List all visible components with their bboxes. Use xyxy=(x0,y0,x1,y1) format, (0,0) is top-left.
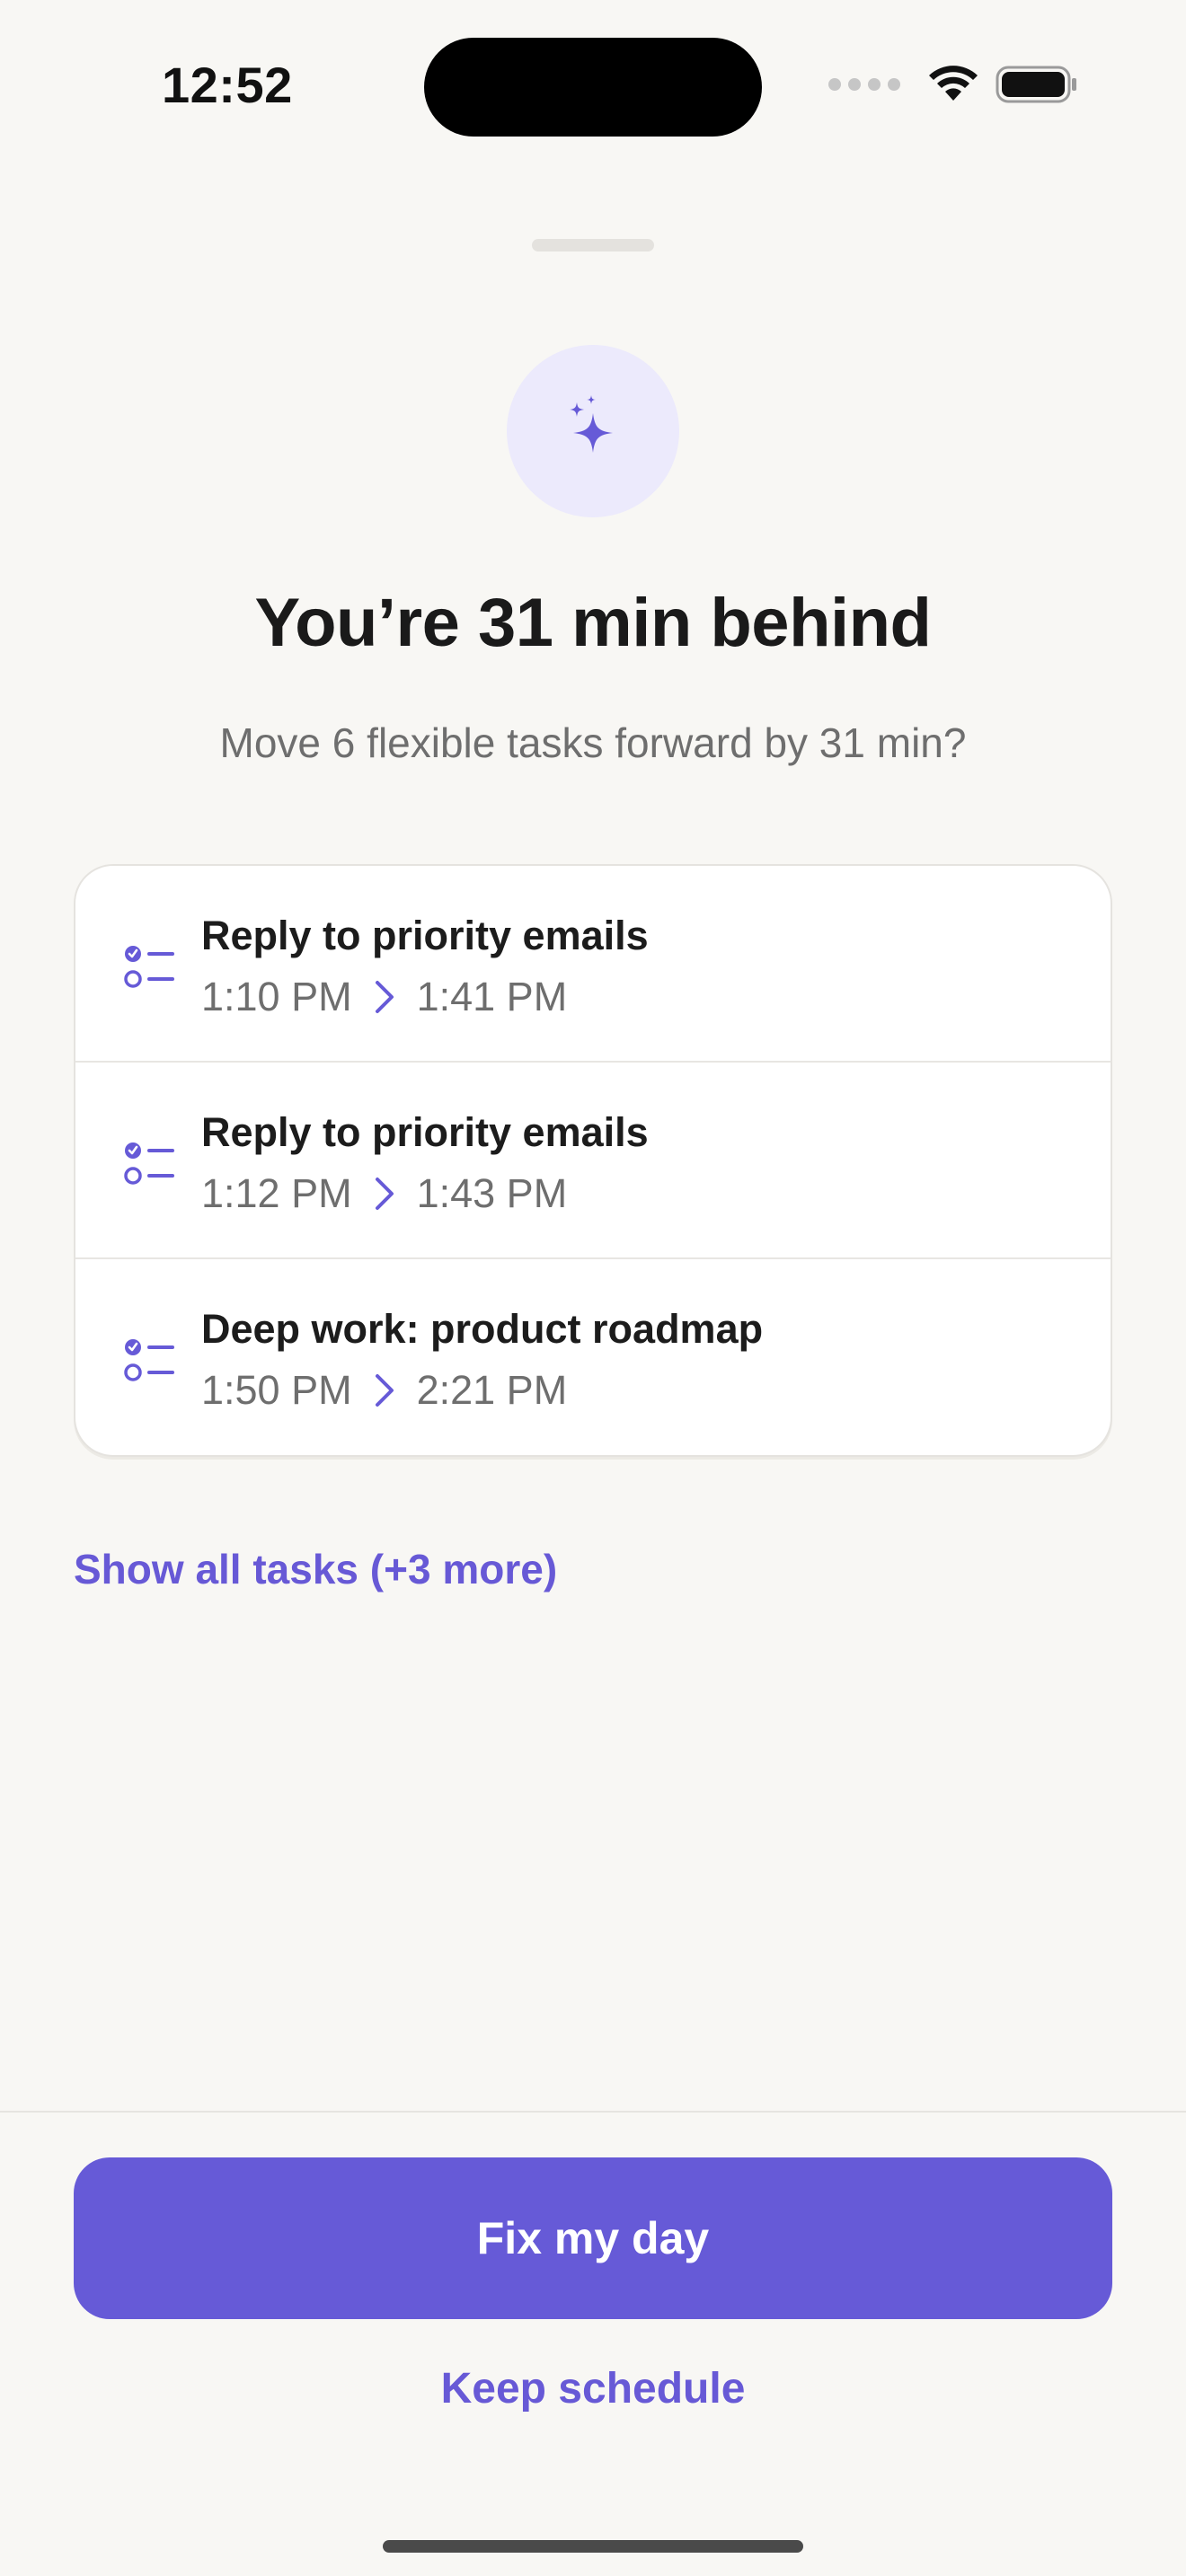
chevron-right-icon xyxy=(374,979,395,1015)
task-row: Reply to priority emails 1:10 PM 1:41 PM xyxy=(75,866,1111,1063)
task-times: 1:12 PM 1:43 PM xyxy=(201,1167,567,1221)
fix-my-day-sheet: 12:52 You’re 31 min behind Move 6 flexib… xyxy=(0,0,1186,2576)
task-time-from: 1:10 PM xyxy=(201,974,352,1019)
checklist-icon xyxy=(124,1339,174,1381)
checklist-icon xyxy=(124,1142,174,1185)
footer-divider xyxy=(0,2111,1186,2113)
chevron-right-icon xyxy=(374,1372,395,1408)
cellular-signal-icon xyxy=(828,78,900,91)
show-all-tasks-link[interactable]: Show all tasks (+3 more) xyxy=(74,1545,557,1593)
task-title: Deep work: product roadmap xyxy=(201,1306,764,1352)
task-title: Reply to priority emails xyxy=(201,1109,649,1155)
task-title: Reply to priority emails xyxy=(201,913,649,958)
checklist-icon xyxy=(124,946,174,988)
task-row: Reply to priority emails 1:12 PM 1:43 PM xyxy=(75,1063,1111,1259)
task-time-to: 1:43 PM xyxy=(416,1170,568,1216)
task-time-from: 1:12 PM xyxy=(201,1170,352,1216)
task-time-to: 1:41 PM xyxy=(416,974,568,1019)
battery-icon xyxy=(996,65,1078,104)
task-row: Deep work: product roadmap 1:50 PM 2:21 … xyxy=(75,1259,1111,1455)
sheet-subtitle: Move 6 flexible tasks forward by 31 min? xyxy=(219,719,967,766)
sparkles-icon xyxy=(507,345,679,517)
wifi-icon xyxy=(927,65,979,104)
dynamic-island xyxy=(424,38,762,137)
chevron-right-icon xyxy=(374,1176,395,1212)
task-list-card: Reply to priority emails 1:10 PM 1:41 PM… xyxy=(74,864,1112,1457)
home-indicator[interactable] xyxy=(383,2540,803,2553)
task-times: 1:10 PM 1:41 PM xyxy=(201,970,567,1024)
fix-my-day-button[interactable]: Fix my day xyxy=(74,2157,1112,2319)
status-time: 12:52 xyxy=(162,57,293,113)
task-time-from: 1:50 PM xyxy=(201,1367,352,1413)
keep-schedule-button[interactable]: Keep schedule xyxy=(0,2364,1186,2413)
task-time-to: 2:21 PM xyxy=(416,1367,568,1413)
sheet-grabber[interactable] xyxy=(532,239,654,251)
status-indicators xyxy=(828,63,1078,106)
sheet-title: You’re 31 min behind xyxy=(254,585,932,661)
task-times: 1:50 PM 2:21 PM xyxy=(201,1363,567,1417)
